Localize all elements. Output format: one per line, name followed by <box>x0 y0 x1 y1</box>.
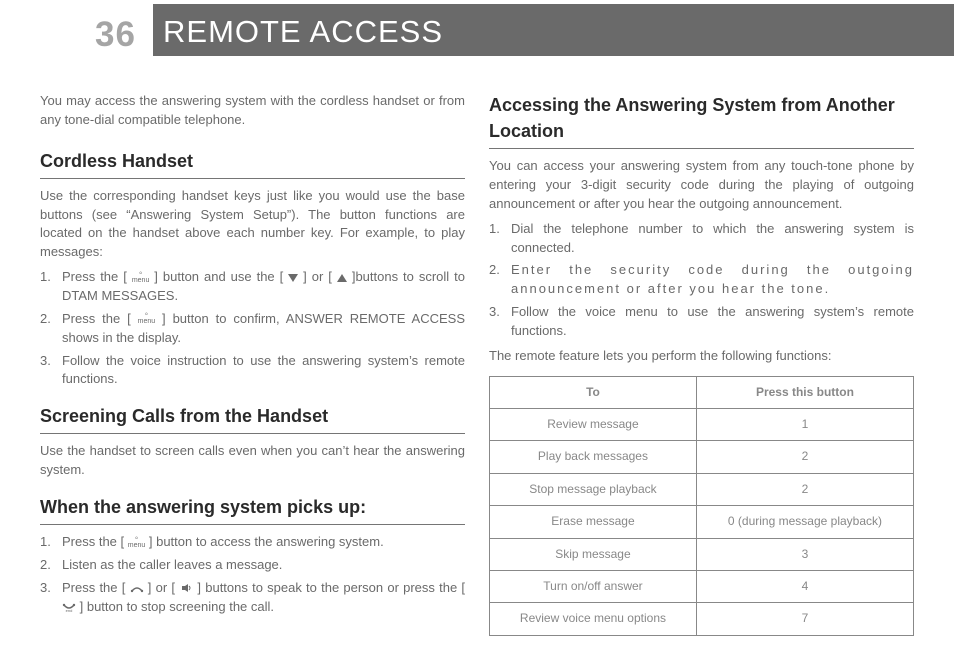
text: Press the [ <box>62 580 130 595</box>
table-cell: Turn on/off answer <box>490 570 697 602</box>
table-cell: 1 <box>696 409 913 441</box>
table-header: Press this button <box>696 376 913 408</box>
table-cell: Play back messages <box>490 441 697 473</box>
table-row: Play back messages2 <box>490 441 914 473</box>
list-item: Follow the voice instruction to use the … <box>40 352 465 390</box>
ordered-list: Dial the telephone number to which the a… <box>489 220 914 341</box>
table-header: To <box>490 376 697 408</box>
phone-down-icon: end <box>62 602 76 612</box>
table-row: Turn on/off answer4 <box>490 570 914 602</box>
table-cell: 7 <box>696 603 913 635</box>
text: ] button and use the [ <box>149 269 288 284</box>
table-cell: 3 <box>696 538 913 570</box>
menu-icon: ◦menu <box>132 270 150 284</box>
text: Press the [ <box>62 311 138 326</box>
page-title: REMOTE ACCESS <box>163 10 443 55</box>
paragraph: Use the handset to screen calls even whe… <box>40 442 465 480</box>
text: ] buttons to speak to the person or pres… <box>193 580 465 595</box>
table-cell: Review voice menu options <box>490 603 697 635</box>
heading-screening-calls: Screening Calls from the Handset <box>40 403 465 434</box>
right-column: Accessing the Answering System from Anot… <box>489 92 914 639</box>
list-item: Listen as the caller leaves a message. <box>40 556 465 575</box>
text: ] button to stop screening the call. <box>76 599 274 614</box>
down-arrow-icon <box>288 274 298 282</box>
up-arrow-icon <box>337 274 347 282</box>
text: ] or [ <box>298 269 337 284</box>
list-item: Enter the security code during the outgo… <box>489 261 914 299</box>
table-row: Review message1 <box>490 409 914 441</box>
paragraph: Use the corresponding handset keys just … <box>40 187 465 262</box>
table-row: Erase message0 (during message playback) <box>490 506 914 538</box>
table-cell: Erase message <box>490 506 697 538</box>
list-item: Press the [ ◦menu ] button and use the [… <box>40 268 465 306</box>
text: Press the [ <box>62 534 128 549</box>
left-column: You may access the answering system with… <box>40 92 465 639</box>
table-cell: 0 (during message playback) <box>696 506 913 538</box>
text: Press the [ <box>62 269 132 284</box>
table-cell: 4 <box>696 570 913 602</box>
paragraph: The remote feature lets you perform the … <box>489 347 914 366</box>
list-item: Follow the voice menu to use the answeri… <box>489 303 914 341</box>
menu-icon: ◦menu <box>138 311 156 325</box>
table-row: Skip message3 <box>490 538 914 570</box>
svg-text:end: end <box>66 608 73 612</box>
ordered-list: Press the [ ◦menu ] button to access the… <box>40 533 465 616</box>
paragraph: You can access your answering system fro… <box>489 157 914 214</box>
heading-accessing-remote: Accessing the Answering System from Anot… <box>489 92 914 149</box>
phone-up-icon <box>130 583 144 593</box>
table-cell: Stop message playback <box>490 473 697 505</box>
list-item: Press the [ ◦menu ] button to access the… <box>40 533 465 552</box>
heading-when-pickup: When the answering system picks up: <box>40 494 465 525</box>
page-number: 36 <box>95 10 136 61</box>
table-row: Review voice menu options7 <box>490 603 914 635</box>
table-cell: 2 <box>696 473 913 505</box>
text: ] button to access the answering system. <box>145 534 383 549</box>
table-cell: 2 <box>696 441 913 473</box>
intro-text: You may access the answering system with… <box>40 92 465 130</box>
list-item: Dial the telephone number to which the a… <box>489 220 914 258</box>
ordered-list: Press the [ ◦menu ] button and use the [… <box>40 268 465 389</box>
table-header-row: To Press this button <box>490 376 914 408</box>
table-cell: Skip message <box>490 538 697 570</box>
text: Enter the security code during the outgo… <box>511 262 914 296</box>
menu-icon: ◦menu <box>128 535 146 549</box>
list-item: Press the [ ] or [ ] buttons to speak to… <box>40 579 465 617</box>
list-item: Press the [ ◦menu ] button to confirm, A… <box>40 310 465 348</box>
content-area: You may access the answering system with… <box>40 92 914 639</box>
table-cell: Review message <box>490 409 697 441</box>
speaker-icon <box>179 583 193 593</box>
text: ] or [ <box>144 580 180 595</box>
remote-functions-table: To Press this button Review message1 Pla… <box>489 376 914 636</box>
table-row: Stop message playback2 <box>490 473 914 505</box>
heading-cordless-handset: Cordless Handset <box>40 148 465 179</box>
